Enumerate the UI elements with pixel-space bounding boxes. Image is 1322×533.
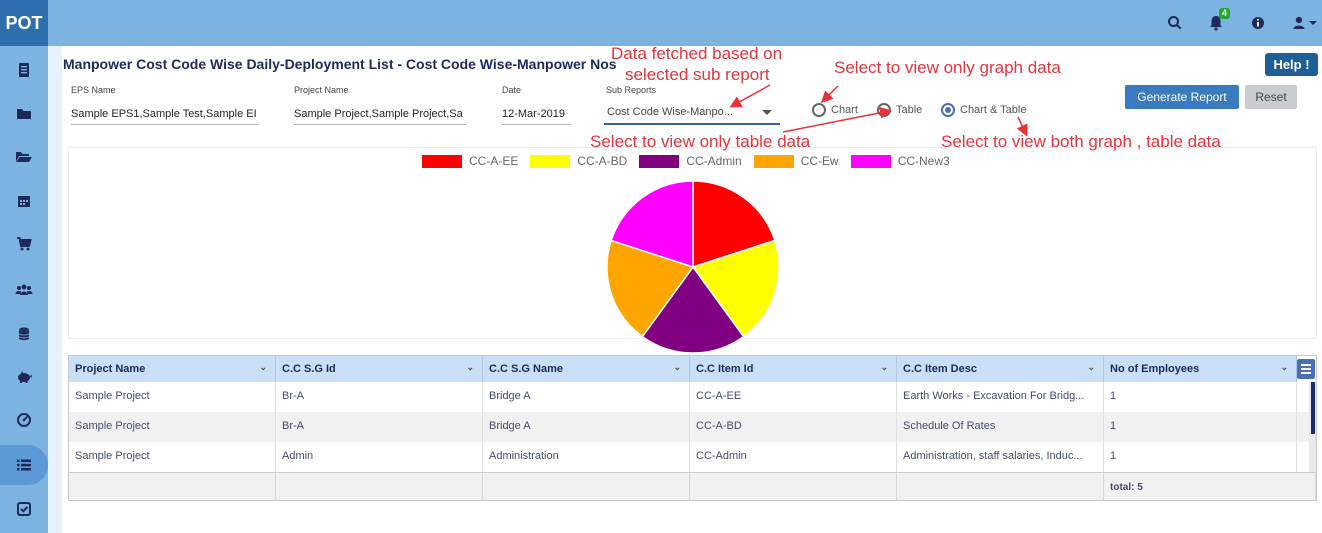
column-header-label: C.C Item Desc xyxy=(903,363,977,375)
chevron-down-icon[interactable]: ⌄ xyxy=(259,362,267,373)
footer-cell xyxy=(69,473,276,501)
arrow-to-both-radio xyxy=(1016,116,1028,137)
arrow-to-chart-radio xyxy=(820,85,839,104)
column-header[interactable]: Project Name ⌄ xyxy=(69,356,276,382)
column-header-label: No of Employees xyxy=(1110,363,1200,375)
table-cell: Bridge A xyxy=(483,412,690,442)
grid-column-menu-button[interactable] xyxy=(1297,359,1315,379)
table-row[interactable]: Sample Project Br-A Bridge A CC-A-BD Schedul… xyxy=(69,412,1312,442)
table-cell: CC-A-EE xyxy=(690,382,897,412)
footer-total: total: 5 xyxy=(1104,473,1316,501)
table-row[interactable]: Sample Project Br-A Bridge A CC-A-EE Earth W… xyxy=(69,382,1312,412)
chevron-down-icon[interactable]: ⌄ xyxy=(880,362,888,373)
grid-scrollbar-thumb[interactable] xyxy=(1311,382,1315,434)
footer-cell xyxy=(897,473,1104,501)
table-cell: 1 xyxy=(1104,442,1297,472)
table-cell: 1 xyxy=(1104,382,1297,412)
data-grid: Project Name ⌄ C.C S.G Id ⌄ C.C S.G Name ⌄ C.C… xyxy=(68,355,1317,501)
column-header-label: C.C S.G Name xyxy=(489,363,563,375)
menu-icon xyxy=(1301,364,1311,366)
arrow-to-sub-reports xyxy=(729,84,771,108)
arrow-to-table-radio xyxy=(782,106,892,133)
table-cell: Br-A xyxy=(276,412,483,442)
footer-cell xyxy=(483,473,690,501)
table-cell: CC-Admin xyxy=(690,442,897,472)
chevron-down-icon[interactable]: ⌄ xyxy=(1280,362,1288,373)
grid-footer: total: 5 xyxy=(69,472,1316,501)
footer-cell xyxy=(276,473,483,501)
table-cell: CC-A-BD xyxy=(690,412,897,442)
column-header[interactable]: No of Employees ⌄ xyxy=(1104,356,1297,382)
table-cell: Sample Project xyxy=(69,442,276,472)
table-cell: Sample Project xyxy=(69,412,276,442)
grid-header: Project Name ⌄ C.C S.G Id ⌄ C.C S.G Name ⌄ C.C… xyxy=(69,356,1297,382)
table-cell: Schedule Of Rates xyxy=(897,412,1104,442)
table-cell: Administration xyxy=(483,442,690,472)
chevron-down-icon[interactable]: ⌄ xyxy=(466,362,474,373)
table-cell: Admin xyxy=(276,442,483,472)
column-header-label: C.C S.G Id xyxy=(282,363,336,375)
column-header[interactable]: C.C Item Desc ⌄ xyxy=(897,356,1104,382)
column-header-label: C.C Item Id xyxy=(696,363,754,375)
chevron-down-icon[interactable]: ⌄ xyxy=(1087,362,1095,373)
column-header[interactable]: C.C S.G Id ⌄ xyxy=(276,356,483,382)
chevron-down-icon[interactable]: ⌄ xyxy=(673,362,681,373)
column-header[interactable]: C.C S.G Name ⌄ xyxy=(483,356,690,382)
table-cell: Br-A xyxy=(276,382,483,412)
table-cell: Bridge A xyxy=(483,382,690,412)
table-cell: 1 xyxy=(1104,412,1297,442)
footer-cell xyxy=(690,473,897,501)
column-header[interactable]: C.C Item Id ⌄ xyxy=(690,356,897,382)
table-cell: Earth Works - Excavation For Bridg... xyxy=(897,382,1104,412)
table-row[interactable]: Sample Project Admin Administration CC-Admi… xyxy=(69,442,1312,472)
table-cell: Administration, staff salaries, Induc... xyxy=(897,442,1104,472)
table-cell: Sample Project xyxy=(69,382,276,412)
column-header-label: Project Name xyxy=(75,363,146,375)
